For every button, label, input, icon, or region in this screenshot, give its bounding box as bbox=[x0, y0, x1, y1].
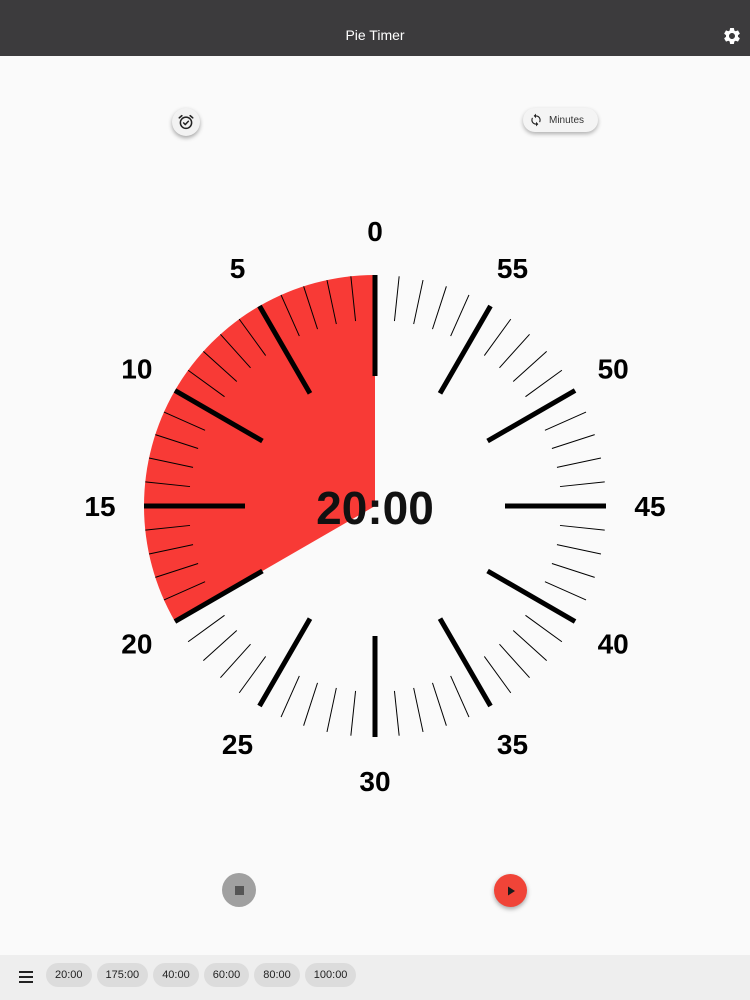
refresh-icon bbox=[531, 113, 541, 127]
dial-label: 35 bbox=[497, 729, 528, 760]
unit-toggle-chip[interactable]: Minutes bbox=[523, 108, 598, 132]
app-bar: Pie Timer bbox=[0, 0, 750, 56]
menu-button[interactable] bbox=[17, 968, 35, 986]
dial-label: 0 bbox=[367, 216, 383, 247]
preset-chip[interactable]: 60:00 bbox=[203, 963, 250, 987]
dial-label: 40 bbox=[598, 629, 629, 660]
play-icon bbox=[507, 886, 515, 895]
alarm-check-icon bbox=[178, 114, 194, 130]
bottom-bar: 20:00 175:00 40:00 60:00 80:00 100:00 bbox=[0, 955, 750, 1000]
gear-icon bbox=[724, 27, 740, 44]
preset-list: 20:00 175:00 40:00 60:00 80:00 100:00 bbox=[46, 963, 357, 987]
dial-label: 45 bbox=[634, 491, 665, 522]
preset-chip[interactable]: 80:00 bbox=[254, 963, 300, 987]
menu-icon bbox=[19, 971, 33, 983]
settings-button[interactable] bbox=[722, 26, 742, 46]
preset-chip[interactable]: 100:00 bbox=[304, 963, 357, 987]
dial-label: 15 bbox=[84, 491, 115, 522]
dial-label: 25 bbox=[222, 729, 253, 760]
time-readout: 20:00 bbox=[316, 482, 434, 534]
dial-label: 10 bbox=[121, 354, 152, 385]
stop-button[interactable] bbox=[222, 873, 256, 907]
dial-label: 20 bbox=[121, 629, 152, 660]
dial-label: 50 bbox=[598, 354, 629, 385]
dial-label: 55 bbox=[497, 253, 528, 284]
dial-label: 5 bbox=[230, 253, 246, 284]
preset-chip[interactable]: 20:00 bbox=[46, 963, 92, 987]
preset-chip[interactable]: 40:00 bbox=[153, 963, 199, 987]
unit-toggle-label: Minutes bbox=[549, 114, 585, 126]
stop-icon bbox=[234, 885, 244, 895]
app-title: Pie Timer bbox=[345, 27, 405, 43]
dial-label: 30 bbox=[359, 766, 390, 797]
alarm-toggle-button[interactable] bbox=[172, 108, 200, 136]
play-button[interactable] bbox=[494, 874, 527, 907]
preset-chip[interactable]: 175:00 bbox=[96, 963, 149, 987]
